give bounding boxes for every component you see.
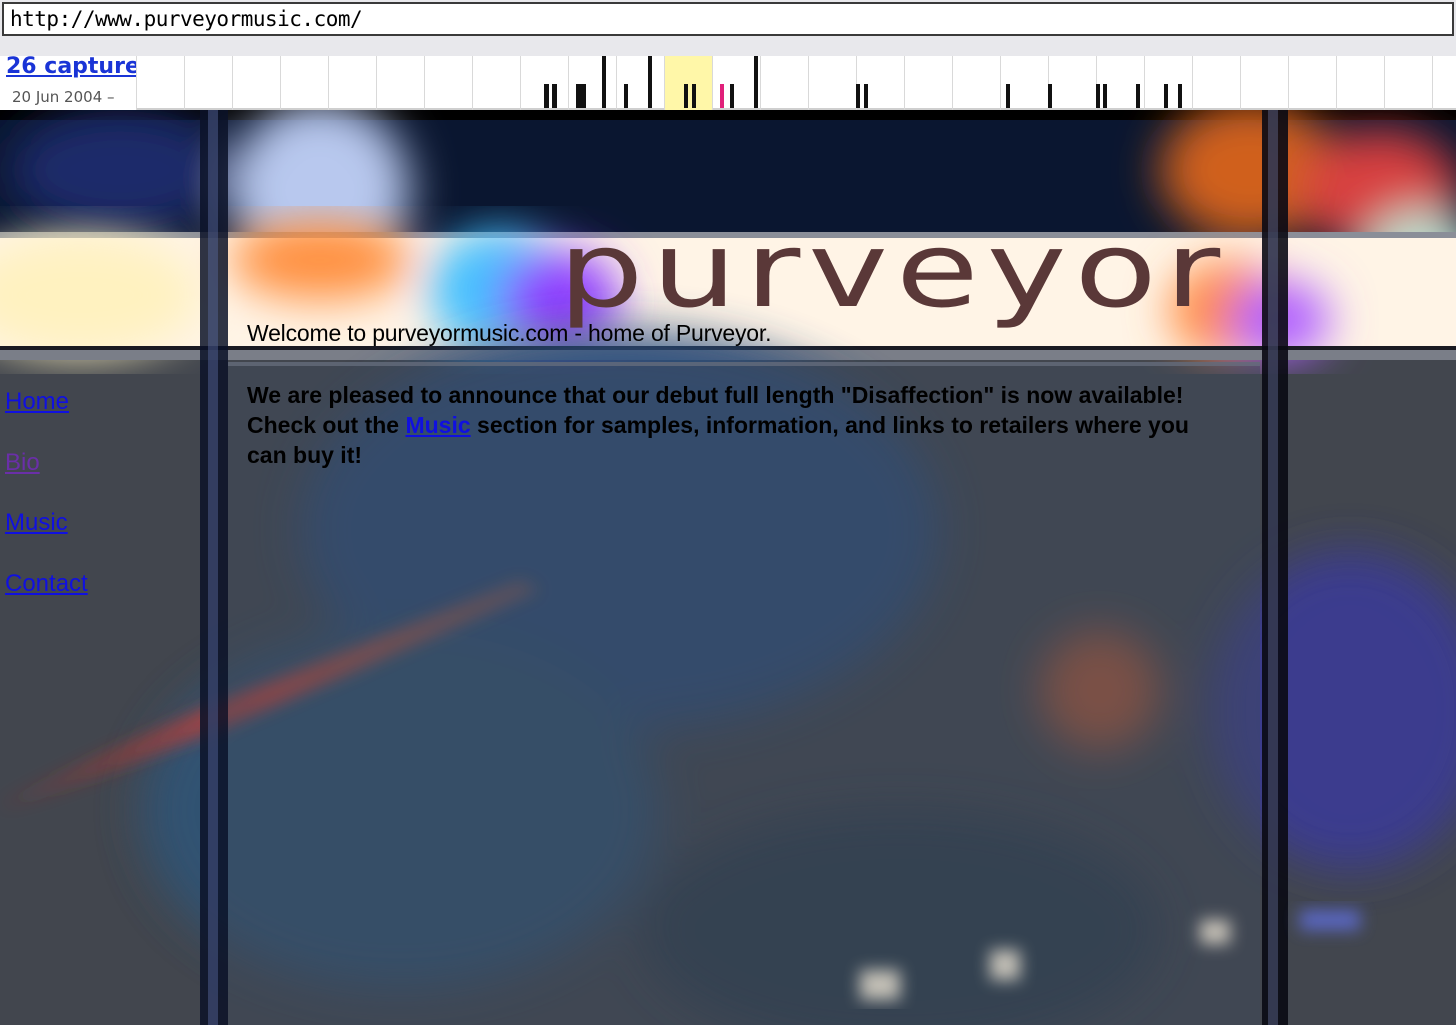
url-input[interactable]: http://www.purveyormusic.com/ bbox=[2, 2, 1454, 36]
timeline-year-column[interactable] bbox=[136, 56, 184, 110]
timeline-year-column[interactable] bbox=[1192, 56, 1240, 110]
capture-tick[interactable] bbox=[1178, 84, 1182, 108]
nav-link-music[interactable]: Music bbox=[5, 509, 88, 570]
background-photo: purveyor bbox=[0, 110, 1456, 1025]
nav-link-bio[interactable]: Bio bbox=[5, 449, 88, 510]
capture-tick[interactable] bbox=[1096, 84, 1100, 108]
browser-url-bar: http://www.purveyormusic.com/ bbox=[0, 0, 1456, 56]
timeline-year-column[interactable] bbox=[280, 56, 328, 110]
capture-tick[interactable] bbox=[684, 84, 688, 108]
capture-tick[interactable] bbox=[552, 84, 557, 108]
timeline-year-column[interactable] bbox=[328, 56, 376, 110]
timeline-year-column[interactable] bbox=[1288, 56, 1336, 110]
capture-tick[interactable] bbox=[602, 56, 606, 108]
capture-tick[interactable] bbox=[1164, 84, 1168, 108]
capture-tick[interactable] bbox=[730, 84, 734, 108]
capture-tick[interactable] bbox=[1048, 84, 1052, 108]
captures-box: 26 captures 20 Jun 2004 – bbox=[0, 56, 137, 110]
timeline-year-column[interactable] bbox=[1432, 56, 1456, 110]
site-nav: Home Bio Music Contact bbox=[5, 388, 88, 630]
timeline-year-column[interactable] bbox=[472, 56, 520, 110]
capture-tick[interactable] bbox=[692, 84, 696, 108]
timeline-year-column[interactable] bbox=[760, 56, 808, 110]
wayback-toolbar: 26 captures 20 Jun 2004 – bbox=[0, 56, 1456, 110]
music-inline-link[interactable]: Music bbox=[405, 412, 470, 438]
timeline-year-column[interactable] bbox=[664, 56, 712, 110]
capture-tick[interactable] bbox=[544, 84, 549, 108]
timeline-year-column[interactable] bbox=[1384, 56, 1432, 110]
timeline-year-column[interactable] bbox=[1048, 56, 1096, 110]
announcement: We are pleased to announce that our debu… bbox=[247, 380, 1207, 470]
archived-page: purveyor Welcome to purveyormusic.com - … bbox=[0, 110, 1456, 1025]
capture-tick[interactable] bbox=[624, 84, 628, 108]
capture-tick[interactable] bbox=[648, 56, 652, 108]
timeline-year-column[interactable] bbox=[1240, 56, 1288, 110]
timeline-year-column[interactable] bbox=[808, 56, 856, 110]
capture-tick[interactable] bbox=[1006, 84, 1010, 108]
timeline-year-column[interactable] bbox=[376, 56, 424, 110]
timeline-year-column[interactable] bbox=[1144, 56, 1192, 110]
timeline-year-column[interactable] bbox=[1336, 56, 1384, 110]
timeline-year-column[interactable] bbox=[424, 56, 472, 110]
capture-tick[interactable] bbox=[754, 56, 758, 108]
welcome-text: Welcome to purveyormusic.com - home of P… bbox=[247, 320, 772, 346]
capture-tick[interactable] bbox=[1103, 84, 1107, 108]
capture-timeline[interactable] bbox=[136, 56, 1456, 110]
capture-tick[interactable] bbox=[856, 84, 860, 108]
capture-tick[interactable] bbox=[576, 84, 586, 108]
nav-link-contact[interactable]: Contact bbox=[5, 570, 88, 631]
timeline-year-column[interactable] bbox=[232, 56, 280, 110]
timeline-year-column[interactable] bbox=[904, 56, 952, 110]
capture-tick[interactable] bbox=[1136, 84, 1140, 108]
nav-link-home[interactable]: Home bbox=[5, 388, 88, 449]
captures-date-range: 20 Jun 2004 – bbox=[12, 88, 115, 106]
capture-tick[interactable] bbox=[864, 84, 868, 108]
site-logo: purveyor bbox=[558, 209, 1228, 331]
timeline-year-column[interactable] bbox=[184, 56, 232, 110]
timeline-year-column[interactable] bbox=[952, 56, 1000, 110]
capture-tick[interactable] bbox=[720, 84, 724, 108]
captures-link[interactable]: 26 captures bbox=[6, 56, 136, 79]
